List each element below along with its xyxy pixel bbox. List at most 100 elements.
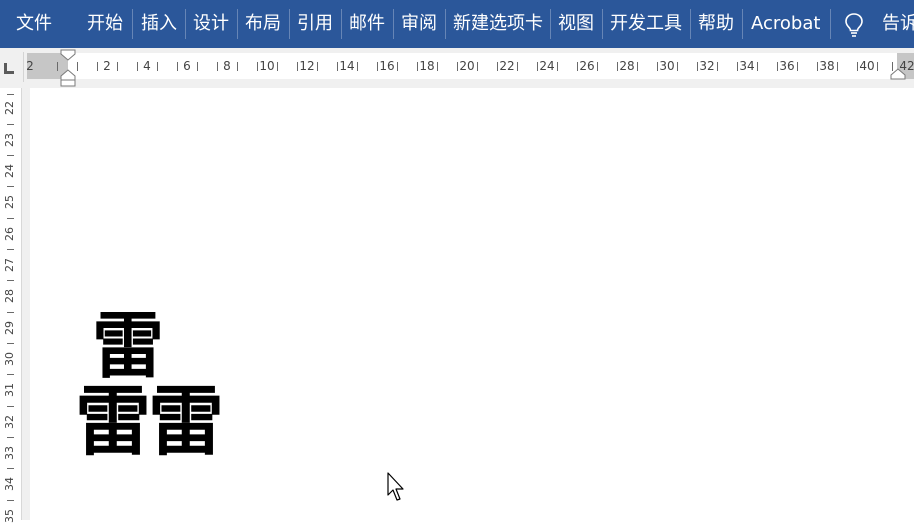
left-tab-stop-icon [4, 63, 14, 74]
tab-references[interactable]: 引用 [297, 0, 333, 48]
ruler-tick [7, 500, 14, 501]
ruler-tick [557, 62, 558, 71]
tab-home[interactable]: 开始 [87, 0, 123, 48]
tab-insert[interactable]: 插入 [141, 0, 177, 48]
ruler-number: 2 [103, 59, 111, 73]
ruler-number: 27 [3, 258, 16, 272]
tab-layout[interactable]: 布局 [245, 0, 281, 48]
ruler-tick [797, 62, 798, 71]
tab-separator [237, 9, 238, 39]
ruler-tick [197, 62, 198, 71]
ruler-tick [7, 280, 14, 281]
ruler-number: 25 [3, 195, 16, 209]
ruler-tick [7, 124, 14, 125]
ruler-number: 22 [3, 101, 16, 115]
ruler-tick [157, 62, 158, 71]
ruler-tick [7, 437, 14, 438]
ruler-tick [7, 468, 14, 469]
ribbon-tab-bar: 文件 开始 插入 设计 布局 引用 邮件 审阅 新建选项卡 视图 开发工具 帮助… [0, 0, 914, 48]
tab-separator [289, 9, 290, 39]
ruler-number: 12 [299, 59, 315, 73]
ruler-tick [7, 249, 14, 250]
tab-separator [445, 9, 446, 39]
tab-separator [550, 9, 551, 39]
ruler-tick [237, 62, 238, 71]
horizontal-ruler[interactable]: 2 2 4 6 8 10 12 14 16 18 20 22 24 26 28 … [26, 53, 914, 79]
ruler-number: 29 [3, 321, 16, 335]
ruler-tick [497, 62, 498, 71]
ruler-tick [7, 94, 14, 95]
ruler-number: 8 [223, 59, 231, 73]
ruler-tick [97, 62, 98, 71]
ruler-number: 40 [859, 59, 875, 73]
mouse-pointer-icon [387, 472, 404, 501]
indent-markers[interactable] [60, 49, 76, 87]
tab-acrobat[interactable]: Acrobat [751, 0, 820, 48]
ruler-tick [297, 62, 298, 71]
ruler-number: 28 [619, 59, 635, 73]
ruler-tick [657, 62, 658, 71]
tab-separator [742, 9, 743, 39]
tab-help[interactable]: 帮助 [698, 0, 734, 48]
ruler-number: 6 [183, 59, 191, 73]
ruler-tick [7, 374, 14, 375]
ruler-tick [217, 62, 218, 71]
ruler-number: 33 [3, 446, 16, 460]
tab-design[interactable]: 设计 [193, 0, 229, 48]
tab-separator [602, 9, 603, 39]
tab-review[interactable]: 审阅 [401, 0, 437, 48]
ruler-number: 4 [143, 59, 151, 73]
ruler-tick [517, 62, 518, 71]
tab-separator [185, 9, 186, 39]
lightbulb-icon[interactable] [843, 12, 865, 38]
ruler-number: 35 [3, 509, 16, 523]
ruler-number: 30 [659, 59, 675, 73]
tab-separator [341, 9, 342, 39]
ruler-tick [537, 62, 538, 71]
tab-mailings[interactable]: 邮件 [349, 0, 385, 48]
ruler-tick [277, 62, 278, 71]
tab-file[interactable]: 文件 [16, 0, 52, 48]
tab-separator [830, 9, 831, 39]
ruler-tick [477, 62, 478, 71]
ruler-number: 24 [539, 59, 555, 73]
tab-developer[interactable]: 开发工具 [610, 0, 682, 48]
document-character[interactable]: 雷 [75, 384, 151, 460]
ruler-number: 26 [579, 59, 595, 73]
tab-new-tab[interactable]: 新建选项卡 [453, 0, 543, 48]
ruler-tick [637, 62, 638, 71]
ruler-number: 32 [3, 415, 16, 429]
ruler-number: 14 [339, 59, 355, 73]
ruler-tick [7, 406, 14, 407]
ruler-tick [177, 62, 178, 71]
ruler-number: 24 [3, 164, 16, 178]
document-character[interactable]: 雷 [148, 384, 224, 460]
ruler-tick [757, 62, 758, 71]
ruler-tick [677, 62, 678, 71]
ruler-number: 23 [3, 133, 16, 147]
ruler-tick [397, 62, 398, 71]
ruler-tick [837, 62, 838, 71]
tab-separator [393, 9, 394, 39]
ruler-number: 30 [3, 352, 16, 366]
vertical-ruler[interactable]: 22 23 24 25 26 27 28 29 30 31 32 33 34 3… [0, 88, 22, 523]
ruler-tick [377, 62, 378, 71]
document-character[interactable]: 雷 [92, 310, 164, 382]
right-indent-marker[interactable] [890, 68, 906, 80]
tab-selector-button[interactable] [0, 52, 24, 82]
ruler-tick [457, 62, 458, 71]
ruler-tick [617, 62, 618, 71]
ruler-number: 20 [459, 59, 475, 73]
ruler-number: 2 [26, 59, 34, 73]
tab-separator [132, 9, 133, 39]
ruler-number: 18 [419, 59, 435, 73]
ruler-tick [357, 62, 358, 71]
ruler-tick [697, 62, 698, 71]
ruler-tick [437, 62, 438, 71]
ruler-tick [7, 312, 14, 313]
tell-me-label[interactable]: 告诉 [882, 0, 914, 48]
tab-view[interactable]: 视图 [558, 0, 594, 48]
ruler-number: 26 [3, 227, 16, 241]
ruler-number: 31 [3, 383, 16, 397]
ruler-tick [597, 62, 598, 71]
